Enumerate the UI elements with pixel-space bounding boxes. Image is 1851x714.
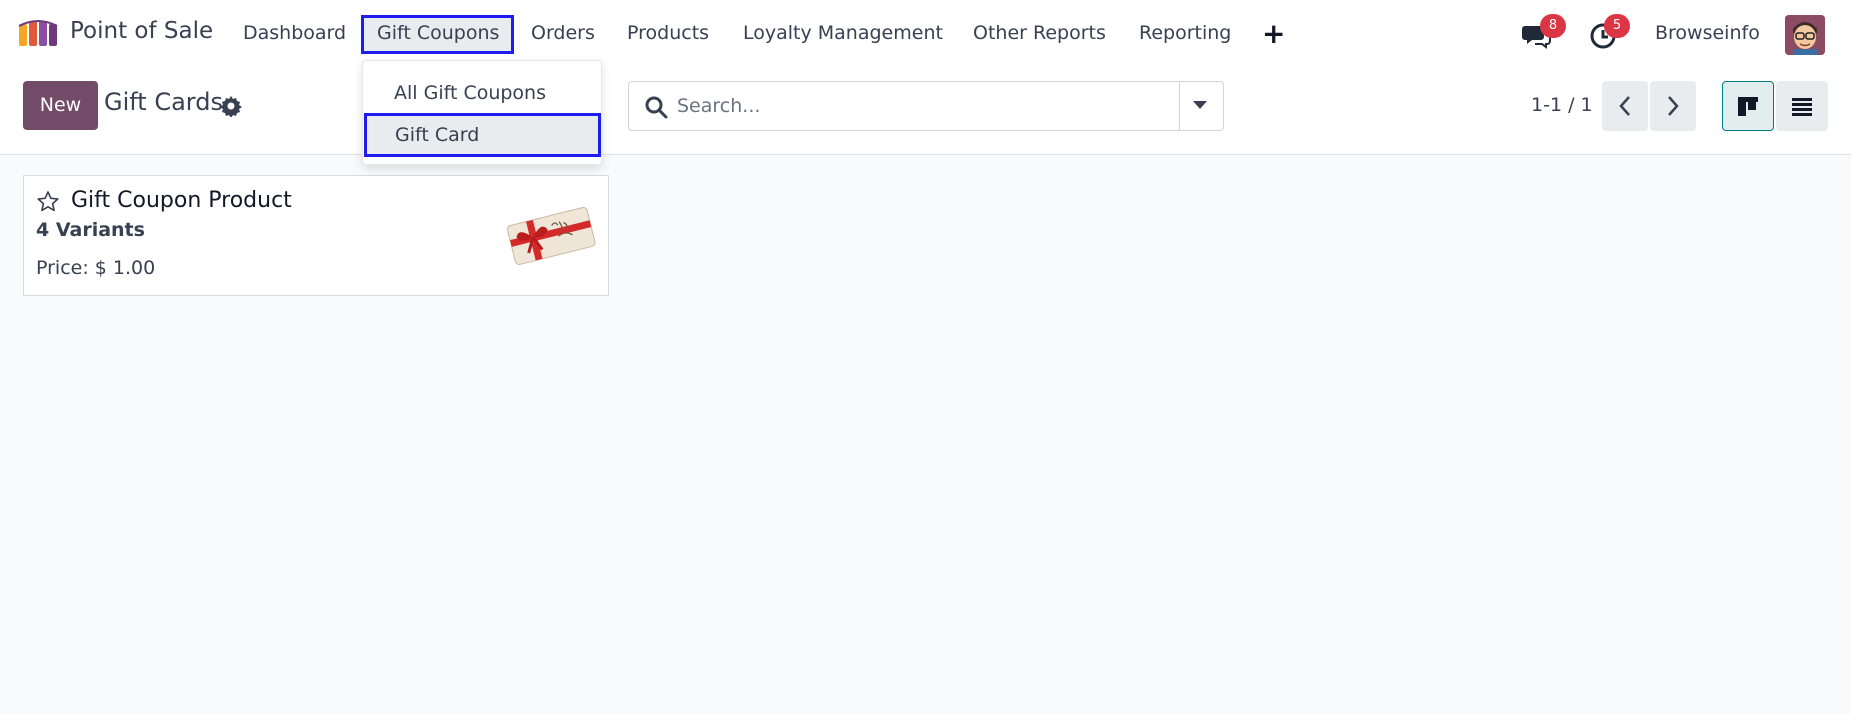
point-of-sale-logo-icon[interactable] <box>18 18 58 48</box>
app-title[interactable]: Point of Sale <box>70 18 213 44</box>
nav-item-dashboard[interactable]: Dashboard <box>243 22 346 44</box>
pager-value[interactable]: 1-1 / 1 <box>1531 94 1593 116</box>
chevron-right-icon <box>1668 96 1679 116</box>
search-icon <box>645 96 668 119</box>
add-menu-plus-icon[interactable]: + <box>1262 17 1285 50</box>
nav-item-other-reports[interactable]: Other Reports <box>973 22 1106 44</box>
caret-down-icon <box>1193 101 1207 109</box>
list-view-button[interactable] <box>1776 81 1828 131</box>
list-icon <box>1792 98 1812 116</box>
search-input[interactable] <box>677 90 1177 122</box>
menu-item-all-gift-coupons[interactable]: All Gift Coupons <box>363 73 603 113</box>
user-avatar[interactable] <box>1785 15 1825 55</box>
new-button[interactable]: New <box>23 81 98 130</box>
pager-previous-button[interactable] <box>1602 81 1648 131</box>
nav-item-reporting[interactable]: Reporting <box>1139 22 1231 44</box>
nav-item-orders[interactable]: Orders <box>531 22 595 44</box>
search-bar <box>628 81 1224 131</box>
product-variants: 4 Variants <box>36 219 145 241</box>
search-options-toggle[interactable] <box>1179 81 1224 131</box>
product-kanban-card[interactable]: Gift Coupon Product 4 Variants Price: $ … <box>23 175 609 296</box>
menu-item-gift-card[interactable]: Gift Card <box>364 113 601 157</box>
messages-count-badge: 8 <box>1540 14 1566 38</box>
nav-item-products[interactable]: Products <box>627 22 709 44</box>
nav-item-gift-coupons[interactable]: Gift Coupons <box>377 22 499 44</box>
kanban-icon <box>1738 97 1758 116</box>
chevron-left-icon <box>1619 96 1630 116</box>
gift-coupons-dropdown-menu: All Gift Coupons Gift Card <box>362 60 602 165</box>
company-switcher[interactable]: Browseinfo <box>1655 22 1760 44</box>
nav-item-loyalty-management[interactable]: Loyalty Management <box>743 22 943 44</box>
pager-next-button[interactable] <box>1650 81 1696 131</box>
product-name: Gift Coupon Product <box>71 188 292 213</box>
gear-icon[interactable] <box>220 95 242 117</box>
activities-count-badge: 5 <box>1604 14 1630 38</box>
kanban-view-button[interactable] <box>1722 81 1774 131</box>
page-title: Gift Cards <box>104 88 223 116</box>
gift-card-image <box>506 206 596 265</box>
top-navbar: Point of Sale Dashboard Gift Coupons Ord… <box>0 0 1851 68</box>
control-panel: New Gift Cards 1-1 / 1 <box>0 68 1851 155</box>
star-icon[interactable] <box>36 190 60 214</box>
product-price: Price: $ 1.00 <box>36 257 156 279</box>
